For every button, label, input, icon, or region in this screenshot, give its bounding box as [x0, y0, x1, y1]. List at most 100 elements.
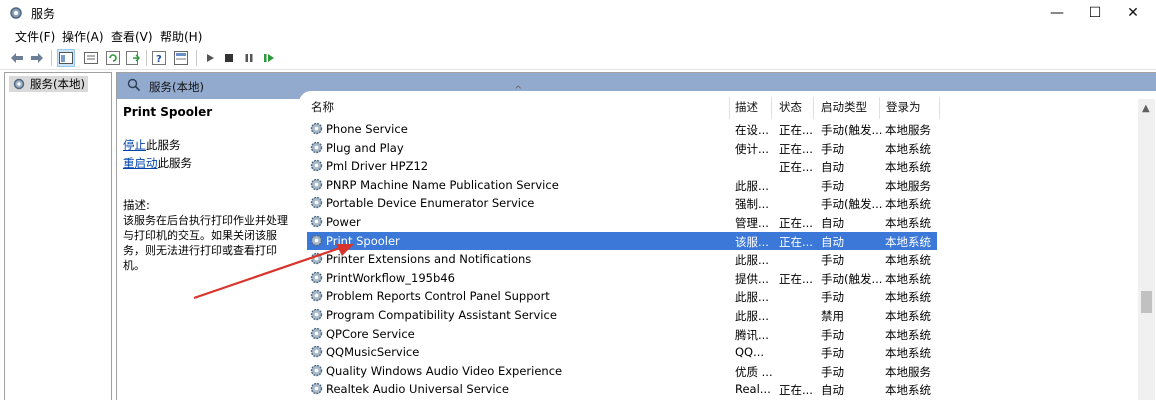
- table-row[interactable]: Plug and Play 使计... 正在... 手动 本地系统: [307, 139, 937, 157]
- back-arrow-icon[interactable]: [8, 49, 26, 67]
- cell-name: Plug and Play: [326, 140, 404, 155]
- column-header-description[interactable]: 描述: [735, 99, 758, 119]
- cell-status: 正在...: [779, 216, 813, 230]
- table-row[interactable]: Portable Device Enumerator Service 强制... 手…: [307, 194, 937, 212]
- column-separator[interactable]: [771, 97, 772, 119]
- cell-status: 正在...: [779, 383, 813, 398]
- column-header-name[interactable]: 名称: [311, 99, 334, 119]
- cell-name: Phone Service: [326, 122, 408, 136]
- cell-logon: 本地系统: [885, 346, 931, 361]
- cell-desc: 此服...: [735, 178, 769, 193]
- table-row[interactable]: QQMusicService QQ... 手动 本地系统: [307, 343, 937, 361]
- stop-suffix: 此服务: [146, 138, 181, 152]
- cell-status: 正在...: [779, 123, 813, 137]
- menu-help[interactable]: 帮助(H): [160, 28, 202, 45]
- cell-desc: 此服...: [735, 253, 769, 268]
- column-header-status[interactable]: 状态: [779, 99, 802, 119]
- service-gear-icon: [310, 364, 323, 376]
- service-gear-icon: [310, 197, 323, 209]
- refresh-icon[interactable]: [104, 49, 122, 67]
- menu-action[interactable]: 操作(A): [62, 28, 104, 45]
- cell-startup: 手动: [821, 327, 844, 342]
- properties-list-icon[interactable]: [82, 49, 100, 67]
- table-row[interactable]: Printer Extensions and Notifications 此服..…: [307, 250, 937, 268]
- menu-file[interactable]: 文件(F): [15, 28, 55, 45]
- cell-logon: 本地系统: [885, 309, 931, 323]
- column-separator[interactable]: [729, 97, 730, 119]
- cell-logon: 本地系统: [885, 271, 931, 286]
- cell-startup: 自动: [821, 160, 844, 175]
- service-gear-icon: [310, 141, 323, 153]
- cell-startup: 手动(触发...: [821, 123, 883, 137]
- table-row[interactable]: PrintWorkflow_195b46 提供... 正在... 手动(触发... 本地…: [307, 269, 937, 287]
- cell-startup: 手动: [821, 290, 844, 305]
- pause-service-icon[interactable]: [240, 49, 258, 67]
- cell-logon: 本地系统: [885, 141, 931, 156]
- table-row[interactable]: Realtek Audio Universal Service Real... 正在…: [307, 380, 937, 398]
- restart-service-link[interactable]: 重启动: [123, 156, 158, 170]
- cell-logon: 本地服务: [885, 178, 931, 193]
- cell-status: 正在...: [779, 141, 813, 156]
- tree-item-services-local[interactable]: 服务(本地): [9, 76, 88, 92]
- cell-startup: 自动: [821, 216, 844, 230]
- stop-service-link[interactable]: 停止: [123, 138, 146, 152]
- services-list: 名称 ^ 描述 状态 启动类型 登录为 Phone Service 在设... 正在…: [299, 85, 1156, 400]
- service-gear-icon: [310, 290, 323, 302]
- selected-service-name: Print Spooler: [123, 105, 213, 119]
- cell-startup: 手动: [821, 141, 844, 156]
- restart-service-icon[interactable]: [260, 49, 278, 67]
- vertical-scrollbar[interactable]: ▲: [1138, 99, 1155, 400]
- description-label: 描述:: [123, 198, 150, 212]
- service-gear-icon: [310, 159, 323, 172]
- view-icon[interactable]: [172, 49, 190, 67]
- table-row[interactable]: QPCore Service 腾讯... 手动 本地系统: [307, 325, 937, 343]
- show-console-tree-icon[interactable]: [57, 49, 75, 67]
- column-header-logon-as[interactable]: 登录为: [886, 99, 921, 119]
- export-list-icon[interactable]: [124, 49, 142, 67]
- cell-name: Print Spooler: [326, 233, 400, 248]
- cell-logon: 本地系统: [885, 290, 931, 305]
- description-text: 该服务在后台执行打印作业并处理与打印机的交互。如果关闭该服务，则无法进行打印或查…: [123, 214, 288, 272]
- cell-name: QPCore Service: [326, 326, 415, 341]
- cell-status: 正在...: [779, 160, 813, 175]
- scroll-thumb[interactable]: [1141, 291, 1152, 313]
- close-button[interactable]: ✕: [1110, 0, 1156, 26]
- table-row[interactable]: Pml Driver HPZ12 正在... 自动 本地系统: [307, 157, 937, 175]
- panel-header-title: 服务(本地): [149, 80, 204, 94]
- cell-startup: 自动: [821, 383, 844, 398]
- cell-startup: 手动: [821, 346, 844, 361]
- table-row[interactable]: Problem Reports Control Panel Support 此服.…: [307, 287, 937, 305]
- service-gear-icon: [310, 271, 323, 283]
- cell-startup: 禁用: [821, 309, 844, 323]
- toolbar-separator: [146, 50, 147, 66]
- cell-name: Program Compatibility Assistant Service: [326, 308, 557, 322]
- column-separator[interactable]: [879, 97, 880, 119]
- cell-logon: 本地系统: [885, 327, 931, 342]
- restart-suffix: 此服务: [157, 156, 193, 170]
- service-gear-icon: [310, 122, 323, 135]
- table-row[interactable]: Quality Windows Audio Video Experience 优质…: [307, 362, 937, 380]
- service-gear-icon: [310, 345, 323, 358]
- menu-bar: 文件(F) 操作(A) 查看(V) 帮助(H): [0, 26, 1156, 46]
- cell-logon: 本地系统: [885, 160, 931, 175]
- cell-desc: 使计...: [735, 141, 769, 156]
- cell-desc: 腾讯...: [735, 327, 769, 342]
- start-service-icon[interactable]: [201, 49, 219, 67]
- table-row[interactable]: Print Spooler 该服... 正在... 自动 本地系统: [307, 231, 937, 250]
- table-row[interactable]: Program Compatibility Assistant Service 此…: [307, 306, 937, 324]
- toolbar-separator: [51, 50, 52, 66]
- table-row[interactable]: Phone Service 在设... 正在... 手动(触发... 本地服务: [307, 120, 937, 138]
- search-icon: [127, 78, 141, 92]
- table-row[interactable]: Power 管理... 正在... 自动 本地系统: [307, 213, 937, 231]
- menu-view[interactable]: 查看(V): [111, 28, 153, 45]
- scroll-up-icon[interactable]: ▲: [1142, 103, 1150, 114]
- column-header-startup-type[interactable]: 启动类型: [821, 99, 867, 119]
- column-separator[interactable]: [813, 97, 814, 119]
- table-row[interactable]: PNRP Machine Name Publication Service 此服.…: [307, 176, 937, 194]
- stop-service-icon[interactable]: [220, 49, 238, 67]
- cell-status: 正在...: [779, 234, 813, 249]
- forward-arrow-icon[interactable]: [28, 49, 46, 67]
- sort-ascending-icon: ^: [514, 85, 523, 96]
- column-separator[interactable]: [939, 97, 940, 119]
- help-icon[interactable]: ?: [150, 49, 168, 67]
